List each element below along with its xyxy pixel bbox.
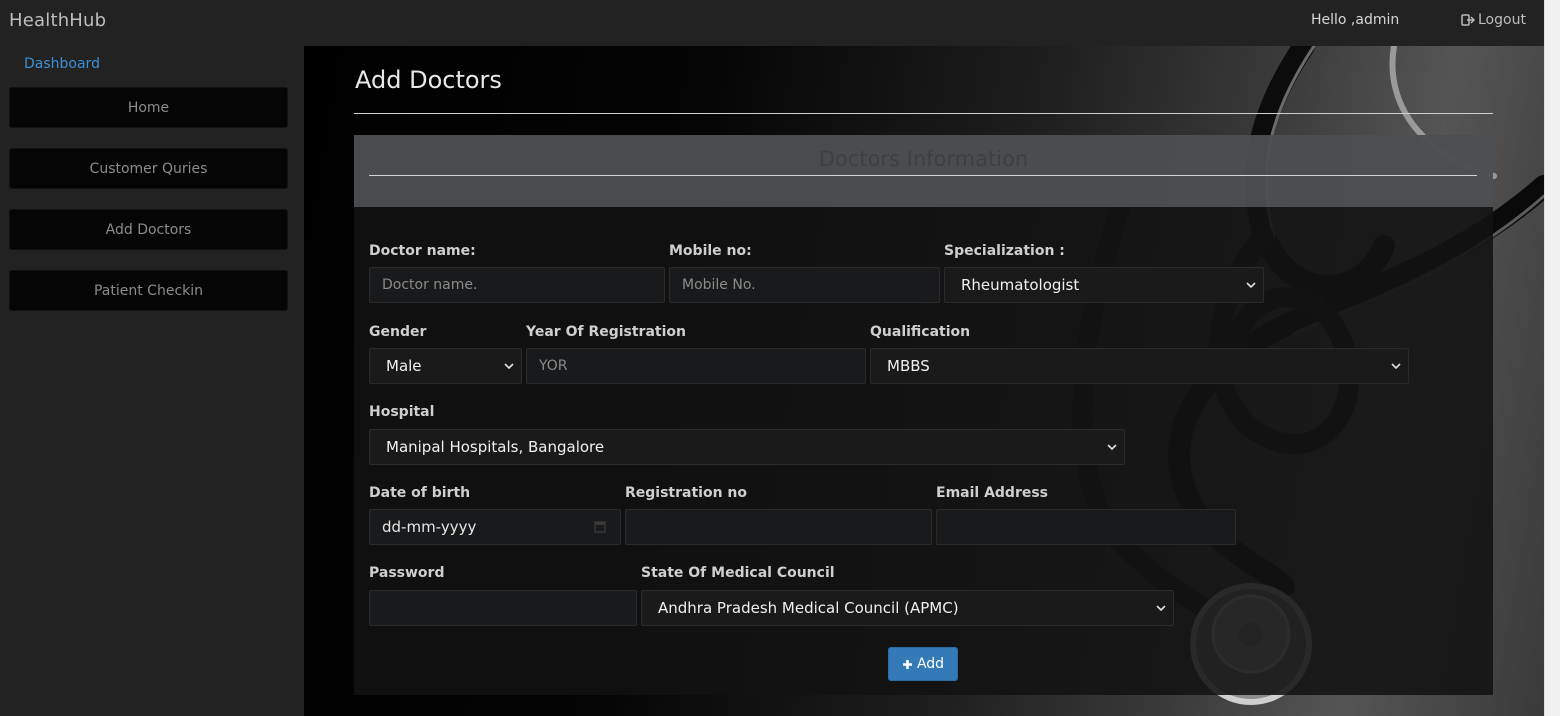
specialization-label: Specialization : xyxy=(944,243,1065,259)
sidebar-item-patient-checkin[interactable]: Patient Checkin xyxy=(9,270,288,311)
email-label: Email Address xyxy=(936,485,1049,501)
sidebar-item-customer-queries[interactable]: Customer Quries xyxy=(9,148,288,189)
sidebar-item-label: Patient Checkin xyxy=(93,282,204,299)
sidebar: Dashboard Home Customer Quries Add Docto… xyxy=(0,44,304,716)
sidebar-item-add-doctors[interactable]: Add Doctors xyxy=(9,209,288,250)
logout-link[interactable]: Logout xyxy=(1461,12,1526,28)
add-doctor-button[interactable]: Add xyxy=(888,647,958,681)
gender-label: Gender xyxy=(369,324,427,340)
password-label: Password xyxy=(369,565,445,581)
page-title: Add Doctors xyxy=(355,66,502,94)
sign-out-icon xyxy=(1461,14,1475,26)
doctors-form-panel: Doctors Information Doctor name: Doctor … xyxy=(354,135,1493,695)
add-button-label: Add xyxy=(916,656,945,672)
hospital-value: Manipal Hospitals, Bangalore xyxy=(386,438,605,456)
email-input[interactable] xyxy=(936,509,1236,545)
password-input[interactable] xyxy=(369,590,637,626)
gender-select[interactable]: Male xyxy=(369,348,522,384)
date-of-birth-value: dd-mm-yyyy xyxy=(382,518,477,536)
sidebar-item-label: Home xyxy=(127,99,170,116)
main-content: Add Doctors Doctors Information Doctor n… xyxy=(304,46,1544,716)
doctor-name-label: Doctor name: xyxy=(369,243,476,259)
specialization-value: Rheumatologist xyxy=(961,276,1080,294)
registration-no-input[interactable] xyxy=(625,509,932,545)
panel-title: Doctors Information xyxy=(818,147,1029,171)
chevron-down-icon xyxy=(1156,605,1166,612)
qualification-value: MBBS xyxy=(887,357,930,375)
calendar-icon[interactable] xyxy=(594,520,606,533)
year-of-registration-label: Year Of Registration xyxy=(526,324,686,340)
qualification-select[interactable]: MBBS xyxy=(870,348,1409,384)
brand-logo[interactable]: HealthHub xyxy=(9,10,106,31)
specialization-select[interactable]: Rheumatologist xyxy=(944,267,1264,303)
user-greeting: Hello ,admin xyxy=(1311,12,1400,28)
sidebar-item-home[interactable]: Home xyxy=(9,87,288,128)
chevron-down-icon xyxy=(504,363,514,370)
doctor-name-input[interactable]: Doctor name. xyxy=(369,267,665,303)
registration-no-label: Registration no xyxy=(625,485,748,501)
state-council-label: State Of Medical Council xyxy=(641,565,835,581)
chevron-down-icon xyxy=(1246,282,1256,289)
panel-header-divider xyxy=(369,175,1477,176)
date-of-birth-input[interactable]: dd-mm-yyyy xyxy=(369,509,621,545)
page-scrollbar[interactable] xyxy=(1544,0,1560,716)
state-council-value: Andhra Pradesh Medical Council (APMC) xyxy=(658,599,959,617)
hospital-label: Hospital xyxy=(369,404,435,420)
hospital-select[interactable]: Manipal Hospitals, Bangalore xyxy=(369,429,1125,465)
chevron-down-icon xyxy=(1391,363,1401,370)
chevron-down-icon xyxy=(1107,444,1117,451)
title-divider xyxy=(354,113,1493,114)
gender-value: Male xyxy=(386,357,422,375)
dashboard-link[interactable]: Dashboard xyxy=(24,56,100,72)
qualification-label: Qualification xyxy=(870,324,971,340)
mobile-label: Mobile no: xyxy=(669,243,752,259)
plus-icon xyxy=(902,659,912,669)
panel-header: Doctors Information xyxy=(354,135,1493,207)
top-navbar: HealthHub Hello ,admin Logout xyxy=(0,0,1544,44)
logout-label: Logout xyxy=(1478,12,1526,28)
sidebar-item-label: Add Doctors xyxy=(105,221,192,238)
mobile-input[interactable]: Mobile No. xyxy=(669,267,940,303)
date-of-birth-label: Date of birth xyxy=(369,485,471,501)
sidebar-item-label: Customer Quries xyxy=(89,160,208,177)
state-council-select[interactable]: Andhra Pradesh Medical Council (APMC) xyxy=(641,590,1174,626)
year-of-registration-input[interactable]: YOR xyxy=(526,348,866,384)
